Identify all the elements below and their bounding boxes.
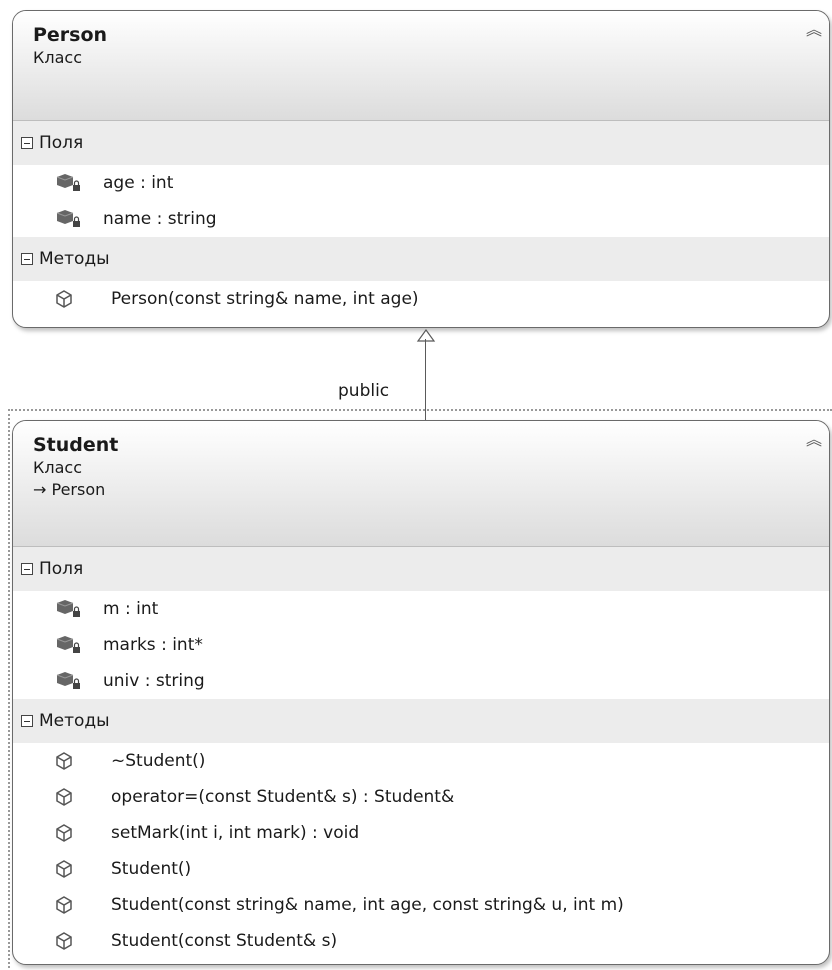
method-item[interactable]: Person(const string& name, int age) xyxy=(13,281,829,317)
method-cube-icon xyxy=(56,290,72,308)
relation-label: public xyxy=(338,381,390,401)
section-label: Методы xyxy=(39,711,110,731)
member-text: ~Student() xyxy=(111,751,206,771)
class-header: Person Класс ︽ xyxy=(13,11,829,121)
inheritance-line[interactable] xyxy=(425,339,426,421)
field-item[interactable]: m : int xyxy=(13,591,829,627)
member-text: Person(const string& name, int age) xyxy=(111,289,419,309)
class-kind: Класс xyxy=(33,48,82,67)
member-text: marks : int* xyxy=(103,635,203,655)
private-field-icon xyxy=(56,672,80,689)
double-chevron-up-icon[interactable]: ︽ xyxy=(805,431,823,449)
minus-box-icon[interactable] xyxy=(21,137,33,149)
method-cube-icon xyxy=(56,788,72,806)
class-student[interactable]: Student Класс → Person ︽ Поля m : int ma… xyxy=(12,420,830,965)
method-item[interactable]: operator=(const Student& s) : Student& xyxy=(13,779,829,815)
class-kind: Класс xyxy=(33,458,82,477)
method-cube-icon xyxy=(56,824,72,842)
section-label: Поля xyxy=(39,133,84,153)
method-item[interactable]: ~Student() xyxy=(13,743,829,779)
field-item[interactable]: name : string xyxy=(13,201,829,237)
private-field-icon xyxy=(56,600,80,617)
method-item[interactable]: setMark(int i, int mark) : void xyxy=(13,815,829,851)
inheritance-arrow-icon xyxy=(416,329,436,342)
method-cube-icon xyxy=(56,896,72,914)
field-item[interactable]: age : int xyxy=(13,165,829,201)
member-text: setMark(int i, int mark) : void xyxy=(111,823,360,843)
minus-box-icon[interactable] xyxy=(21,563,33,575)
class-name: Person xyxy=(33,24,108,46)
member-text: Student(const string& name, int age, con… xyxy=(111,895,624,915)
method-item[interactable]: Student(const Student& s) xyxy=(13,923,829,959)
class-header: Student Класс → Person ︽ xyxy=(13,421,829,547)
private-field-icon xyxy=(56,636,80,653)
class-name: Student xyxy=(33,434,119,456)
member-text: m : int xyxy=(103,599,159,619)
member-text: Student(const Student& s) xyxy=(111,931,338,951)
member-text: age : int xyxy=(103,173,174,193)
member-text: univ : string xyxy=(103,671,205,691)
method-cube-icon xyxy=(56,932,72,950)
double-chevron-up-icon[interactable]: ︽ xyxy=(805,21,823,39)
method-item[interactable]: Student() xyxy=(13,851,829,887)
section-fields[interactable]: Поля xyxy=(13,547,829,591)
section-methods[interactable]: Методы xyxy=(13,699,829,743)
field-item[interactable]: marks : int* xyxy=(13,627,829,663)
field-item[interactable]: univ : string xyxy=(13,663,829,699)
dotted-guide-top xyxy=(8,409,832,411)
member-text: name : string xyxy=(103,209,217,229)
method-item[interactable]: Student(const string& name, int age, con… xyxy=(13,887,829,923)
method-cube-icon xyxy=(56,860,72,878)
private-field-icon xyxy=(56,210,80,227)
section-fields[interactable]: Поля xyxy=(13,121,829,165)
minus-box-icon[interactable] xyxy=(21,253,33,265)
class-person[interactable]: Person Класс ︽ Поля age : int name : str… xyxy=(12,10,830,328)
section-methods[interactable]: Методы xyxy=(13,237,829,281)
member-text: Student() xyxy=(111,859,192,879)
minus-box-icon[interactable] xyxy=(21,715,33,727)
method-cube-icon xyxy=(56,752,72,770)
dotted-guide-left xyxy=(8,409,10,968)
base-class: → Person xyxy=(33,480,106,499)
section-label: Методы xyxy=(39,249,110,269)
private-field-icon xyxy=(56,174,80,191)
section-label: Поля xyxy=(39,559,84,579)
member-text: operator=(const Student& s) : Student& xyxy=(111,787,455,807)
